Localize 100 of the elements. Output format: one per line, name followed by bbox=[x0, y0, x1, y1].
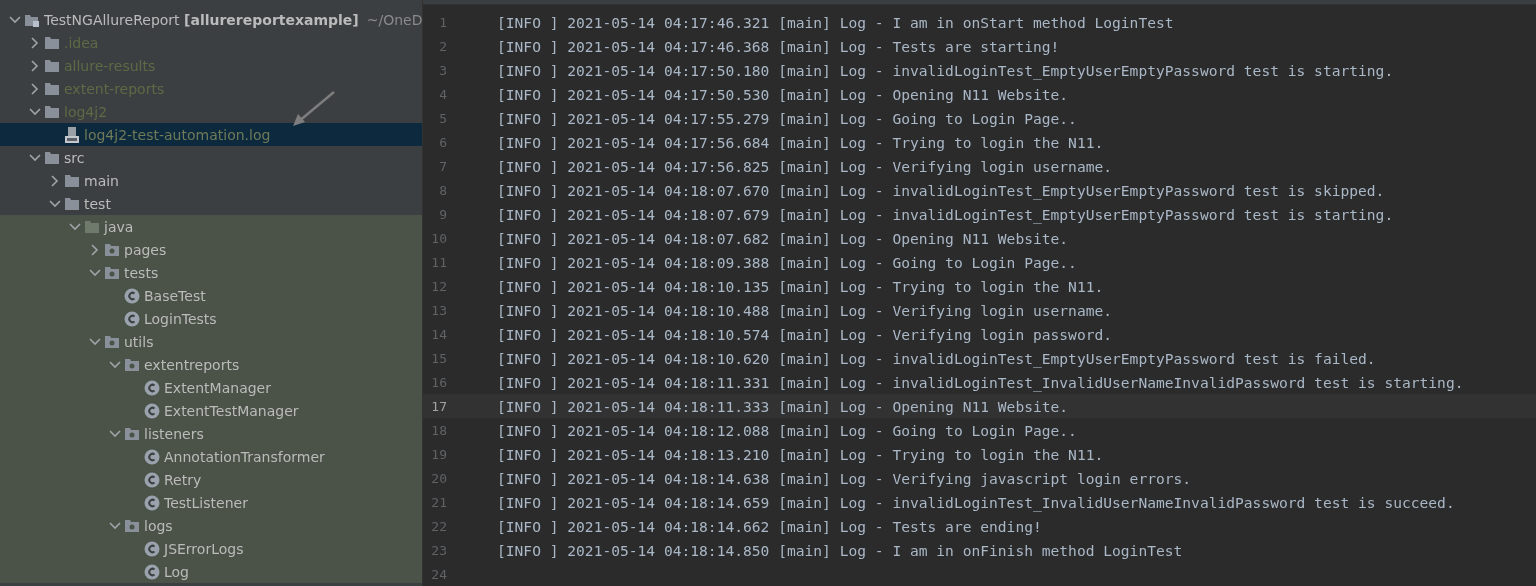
chevron-right-icon[interactable] bbox=[51, 174, 59, 187]
folder-icon bbox=[64, 196, 80, 211]
tree-item[interactable]: java bbox=[0, 215, 422, 238]
folder-icon bbox=[44, 81, 60, 96]
chevron-down-icon[interactable] bbox=[109, 521, 121, 530]
folder-icon bbox=[44, 58, 60, 73]
tree-item[interactable]: LoginTests bbox=[0, 307, 422, 330]
log-line: [INFO ] 2021-05-14 04:18:10.135 [main] Log - Trying to login the N11. bbox=[497, 277, 1104, 295]
package-folder-icon bbox=[124, 357, 140, 372]
log-line: [INFO ] 2021-05-14 04:18:09.388 [main] Log - Going to Login Page.. bbox=[497, 253, 1077, 271]
tree-item[interactable]: Log bbox=[0, 560, 422, 583]
log-line: [INFO ] 2021-05-14 04:18:10.488 [main] Log - Verifying login username. bbox=[497, 301, 1113, 319]
tree-item[interactable]: ExtentManager bbox=[0, 376, 422, 399]
chevron-down-icon[interactable] bbox=[29, 153, 41, 162]
chevron-right-icon[interactable] bbox=[31, 82, 39, 95]
class-icon bbox=[144, 448, 160, 465]
tree-item[interactable]: log4j2-test-automation.log bbox=[0, 123, 422, 146]
tree-item-label: extentreports bbox=[144, 356, 240, 373]
line-number: 22 bbox=[430, 518, 447, 534]
tree-item[interactable]: src bbox=[0, 146, 422, 169]
chevron-down-icon[interactable] bbox=[109, 429, 121, 438]
log-line: [INFO ] 2021-05-14 04:18:10.574 [main] Log - Verifying login password. bbox=[497, 325, 1113, 343]
tree-item[interactable]: utils bbox=[0, 330, 422, 353]
folder-icon bbox=[84, 219, 100, 234]
tree-item[interactable]: Retry bbox=[0, 468, 422, 491]
chevron-down-icon[interactable] bbox=[49, 199, 61, 208]
class-icon bbox=[144, 471, 160, 488]
chevron-down-icon[interactable] bbox=[89, 337, 101, 346]
line-number: 23 bbox=[430, 542, 447, 558]
log-line: [INFO ] 2021-05-14 04:18:11.333 [main] Log - Opening N11 Website. bbox=[497, 397, 1069, 415]
tree-item[interactable]: main bbox=[0, 169, 422, 192]
log-line: [INFO ] 2021-05-14 04:18:14.850 [main] Log - I am in onFinish method LoginTest bbox=[497, 541, 1183, 559]
tree-item[interactable]: BaseTest bbox=[0, 284, 422, 307]
line-number: 14 bbox=[430, 326, 447, 342]
tree-item-label: pages bbox=[124, 241, 167, 258]
tree-item[interactable]: tests bbox=[0, 261, 422, 284]
line-number: 18 bbox=[430, 422, 447, 438]
tree-item-label: tests bbox=[124, 264, 159, 281]
package-folder-icon bbox=[104, 242, 120, 257]
tree-item[interactable]: JSErrorLogs bbox=[0, 537, 422, 560]
package-folder-icon bbox=[124, 426, 140, 441]
tree-item-label: JSErrorLogs bbox=[164, 540, 244, 557]
class-icon bbox=[144, 494, 160, 511]
line-number: 16 bbox=[430, 374, 447, 390]
line-number: 17 bbox=[430, 398, 447, 414]
tree-item[interactable]: extentreports bbox=[0, 353, 422, 376]
line-number: 3 bbox=[438, 62, 447, 78]
chevron-down-icon[interactable] bbox=[29, 107, 41, 116]
package-folder-icon bbox=[104, 265, 120, 280]
log-line: [INFO ] 2021-05-14 04:18:14.659 [main] Log - invalidLoginTest_InvalidUserNameInvalidPassword test is succeed. bbox=[497, 493, 1455, 511]
log-line: [INFO ] 2021-05-14 04:17:50.530 [main] Log - Opening N11 Website. bbox=[497, 85, 1069, 103]
tree-item-label: TestNGAllureReport [allurereportexample] bbox=[44, 11, 359, 28]
tree-item-label: listeners bbox=[144, 425, 204, 442]
line-number: 2 bbox=[438, 38, 447, 54]
folder-icon bbox=[44, 104, 60, 119]
line-number: 1 bbox=[438, 14, 447, 30]
line-number: 4 bbox=[438, 86, 447, 102]
log-line: [INFO ] 2021-05-14 04:17:50.180 [main] Log - invalidLoginTest_EmptyUserEmptyPassword test is starting. bbox=[497, 61, 1394, 79]
line-number: 21 bbox=[430, 494, 447, 510]
tree-item-label: TestListener bbox=[164, 494, 248, 511]
line-number: 15 bbox=[430, 350, 447, 366]
class-icon bbox=[144, 563, 160, 580]
class-icon bbox=[144, 402, 160, 419]
chevron-down-icon[interactable] bbox=[9, 15, 21, 24]
tree-item[interactable]: logs bbox=[0, 514, 422, 537]
tree-item[interactable]: TestListener bbox=[0, 491, 422, 514]
chevron-down-icon[interactable] bbox=[69, 222, 81, 231]
tree-item-label: test bbox=[84, 195, 111, 212]
chevron-right-icon[interactable] bbox=[31, 36, 39, 49]
tree-item[interactable]: listeners bbox=[0, 422, 422, 445]
log-line: [INFO ] 2021-05-14 04:18:11.331 [main] Log - invalidLoginTest_InvalidUserNameInvalidPassword test is starting. bbox=[497, 373, 1464, 391]
tree-item-label: log4j2-test-automation.log bbox=[84, 126, 271, 143]
tree-item-label: logs bbox=[144, 517, 173, 534]
tree-item[interactable]: AnnotationTransformer bbox=[0, 445, 422, 468]
log-line: [INFO ] 2021-05-14 04:18:10.620 [main] Log - invalidLoginTest_EmptyUserEmptyPassword test is failed. bbox=[497, 349, 1376, 367]
chevron-down-icon[interactable] bbox=[89, 268, 101, 277]
tree-item[interactable]: pages bbox=[0, 238, 422, 261]
package-folder-icon bbox=[124, 518, 140, 533]
folder-icon bbox=[44, 150, 60, 165]
log-line: [INFO ] 2021-05-14 04:18:14.662 [main] Log - Tests are ending! bbox=[497, 517, 1042, 535]
log-line: [INFO ] 2021-05-14 04:17:46.321 [main] Log - I am in onStart method LoginTest bbox=[497, 13, 1174, 31]
class-icon bbox=[124, 287, 140, 304]
log-line: [INFO ] 2021-05-14 04:18:14.638 [main] Log - Verifying javascript login errors. bbox=[497, 469, 1192, 487]
class-icon bbox=[144, 540, 160, 557]
tree-item[interactable]: TestNGAllureReport [allurereportexample] ~/OneD bbox=[0, 8, 422, 31]
line-number: 10 bbox=[430, 230, 447, 246]
chevron-down-icon[interactable] bbox=[109, 360, 121, 369]
log-line: [INFO ] 2021-05-14 04:18:13.210 [main] Log - Trying to login the N11. bbox=[497, 445, 1104, 463]
chevron-right-icon[interactable] bbox=[91, 243, 99, 256]
log-line: [INFO ] 2021-05-14 04:17:56.684 [main] Log - Trying to login the N11. bbox=[497, 133, 1104, 151]
tree-item-label: Retry bbox=[164, 471, 202, 488]
tree-item[interactable]: test bbox=[0, 192, 422, 215]
tree-item[interactable]: ExtentTestManager bbox=[0, 399, 422, 422]
tree-item-label: LoginTests bbox=[144, 310, 217, 327]
chevron-right-icon[interactable] bbox=[31, 59, 39, 72]
log-line: [INFO ] 2021-05-14 04:17:56.825 [main] Log - Verifying login username. bbox=[497, 157, 1113, 175]
tree-item-label: src bbox=[64, 149, 85, 166]
line-number: 6 bbox=[438, 134, 447, 150]
class-icon bbox=[124, 310, 140, 327]
line-number: 24 bbox=[430, 566, 447, 582]
